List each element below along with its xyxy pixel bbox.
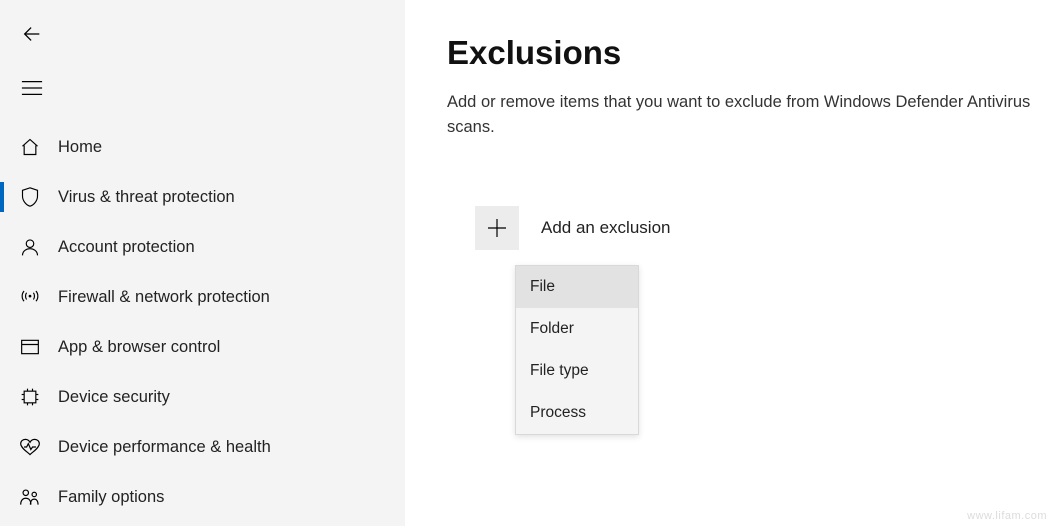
sidebar-item-label: Device security xyxy=(58,388,170,407)
hamburger-icon xyxy=(21,79,43,97)
back-arrow-icon xyxy=(21,23,43,45)
dropdown-item-label: Process xyxy=(530,404,586,422)
heart-icon xyxy=(18,435,42,459)
dropdown-item-label: File type xyxy=(530,362,589,380)
dropdown-item-label: Folder xyxy=(530,320,574,338)
sidebar: Home Virus & threat protection Account p… xyxy=(0,0,405,526)
sidebar-item-label: Account protection xyxy=(58,238,195,257)
nav-list: Home Virus & threat protection Account p… xyxy=(0,122,405,522)
sidebar-item-label: Home xyxy=(58,138,102,157)
page-description: Add or remove items that you want to exc… xyxy=(447,90,1033,140)
antenna-icon xyxy=(18,285,42,309)
sidebar-item-device-performance[interactable]: Device performance & health xyxy=(0,422,405,472)
dropdown-item-process[interactable]: Process xyxy=(516,392,638,434)
watermark: www.lifam.com xyxy=(967,510,1047,522)
hamburger-menu-button[interactable] xyxy=(18,74,46,102)
page-title: Exclusions xyxy=(447,34,1033,72)
sidebar-item-virus-threat[interactable]: Virus & threat protection xyxy=(0,172,405,222)
sidebar-item-label: Device performance & health xyxy=(58,438,271,457)
main-content: Exclusions Add or remove items that you … xyxy=(405,0,1053,526)
family-icon xyxy=(18,485,42,509)
sidebar-item-account[interactable]: Account protection xyxy=(0,222,405,272)
sidebar-item-app-browser[interactable]: App & browser control xyxy=(0,322,405,372)
plus-icon xyxy=(475,206,519,250)
window-icon xyxy=(18,335,42,359)
person-icon xyxy=(18,235,42,259)
sidebar-item-home[interactable]: Home xyxy=(0,122,405,172)
sidebar-item-device-security[interactable]: Device security xyxy=(0,372,405,422)
dropdown-item-file-type[interactable]: File type xyxy=(516,350,638,392)
chip-icon xyxy=(18,385,42,409)
sidebar-item-label: Firewall & network protection xyxy=(58,288,270,307)
dropdown-item-label: File xyxy=(530,278,555,296)
sidebar-item-label: App & browser control xyxy=(58,338,220,357)
exclusion-type-dropdown: File Folder File type Process xyxy=(515,265,639,435)
back-button[interactable] xyxy=(18,20,46,48)
add-exclusion-label: Add an exclusion xyxy=(541,218,670,238)
shield-icon xyxy=(18,185,42,209)
dropdown-item-file[interactable]: File xyxy=(516,266,638,308)
sidebar-item-label: Virus & threat protection xyxy=(58,188,235,207)
dropdown-item-folder[interactable]: Folder xyxy=(516,308,638,350)
sidebar-item-label: Family options xyxy=(58,488,164,507)
add-exclusion-button[interactable]: Add an exclusion xyxy=(475,206,670,250)
home-icon xyxy=(18,135,42,159)
sidebar-item-firewall[interactable]: Firewall & network protection xyxy=(0,272,405,322)
sidebar-item-family[interactable]: Family options xyxy=(0,472,405,522)
